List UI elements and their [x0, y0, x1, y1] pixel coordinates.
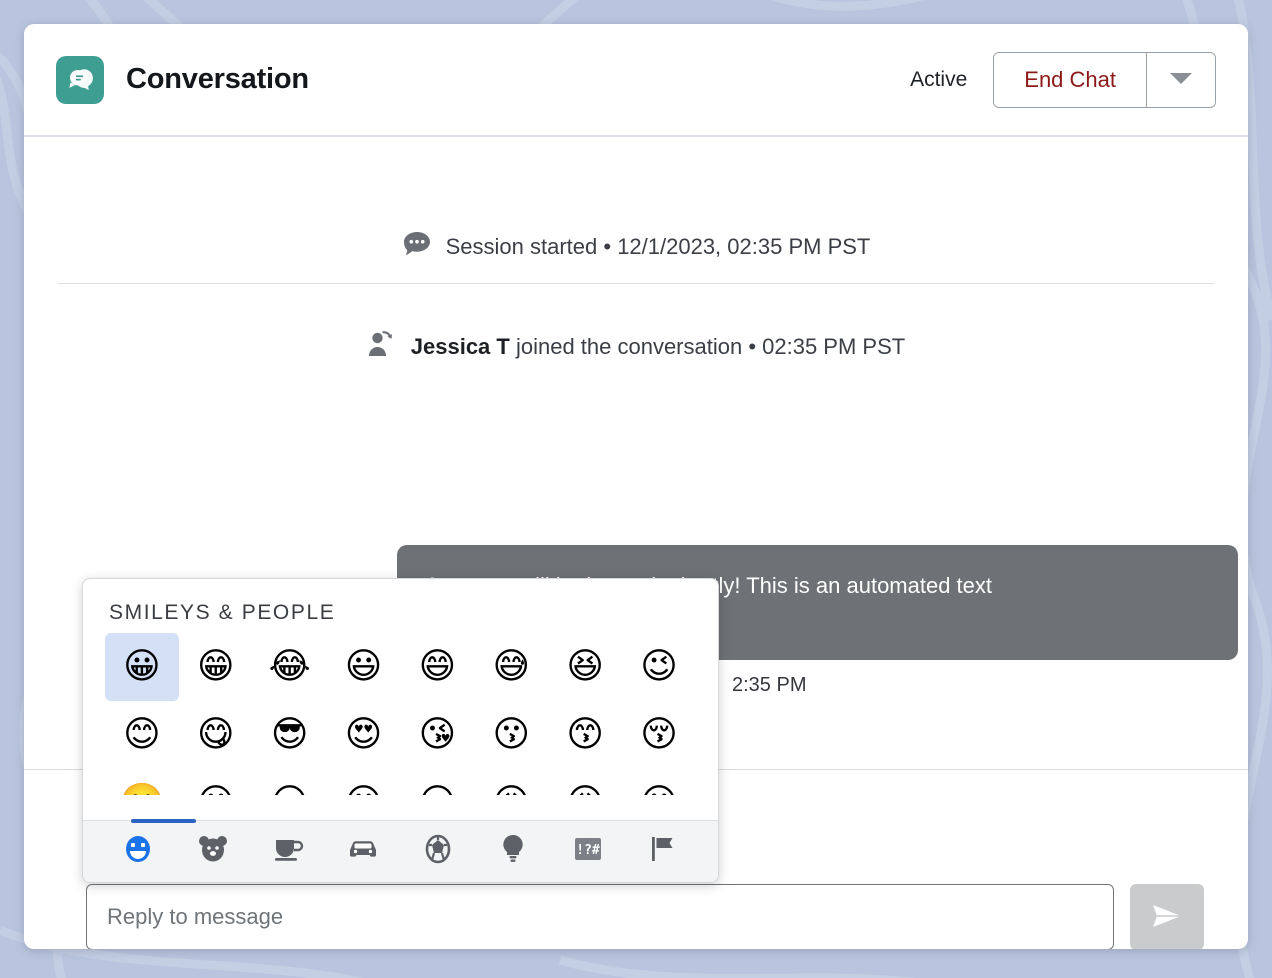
conversation-card: Conversation Active End Chat [24, 24, 1248, 949]
end-chat-dropdown-button[interactable] [1147, 53, 1215, 107]
end-chat-button-group: End Chat [993, 52, 1216, 108]
status-badge: Active [910, 68, 967, 92]
emoji-tab-food-drink[interactable] [251, 821, 326, 882]
emoji-tab-travel-places[interactable] [326, 821, 401, 882]
emoji-cell[interactable]: 😍 [327, 701, 401, 769]
session-started-row: Session started • 12/1/2023, 02:35 PM PS… [60, 137, 1212, 283]
emoji-cell[interactable]: 😮 [622, 769, 696, 795]
emoji-tab-animals-nature[interactable] [176, 821, 251, 882]
soccer-ball-icon [423, 834, 453, 869]
emoji-cell[interactable]: 😎 [253, 701, 327, 769]
emoji-cell[interactable]: 😄 [401, 633, 475, 701]
emoji-row: 😀 😁 😂 😃 😄 😅 😆 😉 [105, 633, 696, 701]
conversation-body: Session started • 12/1/2023, 02:35 PM PS… [24, 137, 1248, 769]
emoji-cell[interactable]: 😏 [401, 769, 475, 795]
emoji-cell[interactable]: 😚 [622, 701, 696, 769]
emoji-tab-smileys-people[interactable] [101, 821, 176, 882]
emoji-tab-symbols[interactable]: !?# [550, 821, 625, 882]
agent-joined-rest: joined the conversation • 02:35 PM PST [510, 334, 905, 359]
emoji-cell[interactable]: 😥 [548, 769, 622, 795]
emoji-cell[interactable]: 😐 [179, 769, 253, 795]
emoji-cell[interactable]: 😘 [401, 701, 475, 769]
emoji-tab-objects[interactable] [475, 821, 550, 882]
emoji-cell[interactable]: 😂 [253, 633, 327, 701]
emoji-picker-popup[interactable]: SMILEYS & PEOPLE 😀 😁 😂 😃 😄 😅 😆 😉 😊 😋 😎 [82, 578, 719, 883]
end-chat-button[interactable]: End Chat [994, 53, 1147, 107]
emoji-cell[interactable]: 😋 [179, 701, 253, 769]
svg-text:!?#: !?# [576, 843, 600, 858]
emoji-cell[interactable]: 😙 [548, 701, 622, 769]
emoji-grid[interactable]: 😀 😁 😂 😃 😄 😅 😆 😉 😊 😋 😎 😍 😘 😗 [83, 633, 718, 795]
emoji-cell[interactable]: 😀 [105, 633, 179, 701]
symbols-icon: !?# [573, 835, 603, 868]
emoji-cell[interactable]: 😖 [474, 769, 548, 795]
chat-conversation-icon [56, 56, 104, 104]
emoji-category-title: SMILEYS & PEOPLE [83, 579, 718, 633]
emoji-cell[interactable]: 😃 [327, 633, 401, 701]
emoji-category-tabs: !?# [83, 820, 718, 882]
smiley-face-icon [122, 833, 154, 870]
emoji-cell[interactable]: 😁 [179, 633, 253, 701]
emoji-tab-flags[interactable] [625, 821, 700, 882]
emoji-row: 🙂 😐 😑 😶 😏 😖 😥 😮 [105, 769, 696, 795]
emoji-cell[interactable]: 😑 [253, 769, 327, 795]
page-title: Conversation [126, 63, 309, 96]
agent-joined-row: Jessica T joined the conversation • 02:3… [60, 284, 1212, 386]
agent-joined-icon [367, 329, 395, 364]
reply-input[interactable] [86, 884, 1114, 949]
send-button[interactable] [1130, 884, 1204, 949]
emoji-cell[interactable]: 😗 [474, 701, 548, 769]
emoji-cell[interactable]: 😅 [474, 633, 548, 701]
coffee-cup-icon [272, 835, 304, 868]
flag-icon [648, 834, 678, 869]
agent-name: Jessica T [411, 334, 510, 359]
emoji-cell[interactable]: 🙂 [105, 769, 179, 795]
car-icon [346, 836, 380, 867]
emoji-tab-activities[interactable] [401, 821, 476, 882]
lightbulb-icon [500, 833, 526, 870]
emoji-cell[interactable]: 😆 [548, 633, 622, 701]
emoji-row: 😊 😋 😎 😍 😘 😗 😙 😚 [105, 701, 696, 769]
session-started-text: Session started • 12/1/2023, 02:35 PM PS… [446, 234, 871, 260]
emoji-cell[interactable]: 😊 [105, 701, 179, 769]
bear-face-icon [197, 834, 229, 869]
chevron-down-icon [1168, 70, 1194, 89]
emoji-cell[interactable]: 😉 [622, 633, 696, 701]
agent-joined-text: Jessica T joined the conversation • 02:3… [411, 334, 905, 360]
header-bar: Conversation Active End Chat [24, 24, 1248, 137]
header-actions: Active End Chat [910, 52, 1216, 108]
send-paper-plane-icon [1150, 901, 1184, 934]
chat-dots-icon [402, 230, 432, 263]
emoji-cell[interactable]: 😶 [327, 769, 401, 795]
